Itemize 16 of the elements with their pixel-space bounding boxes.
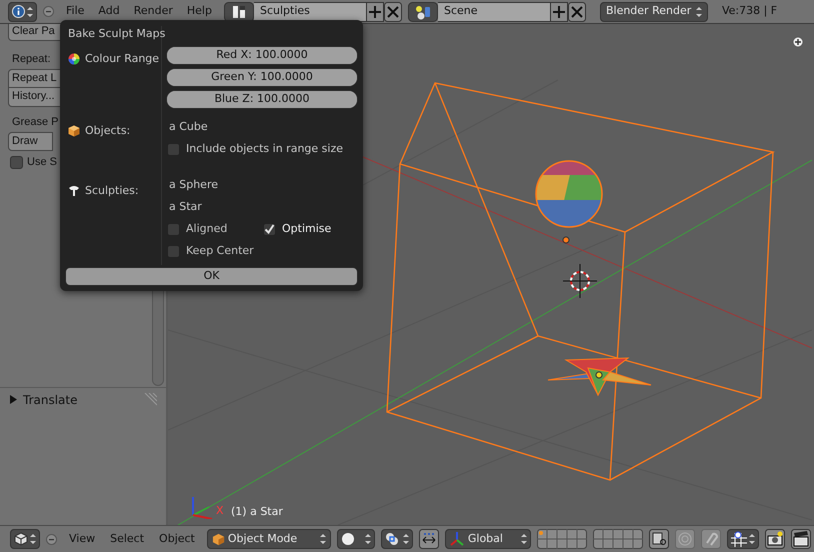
object-label: (1) a Star: [231, 504, 283, 520]
sculpty-name: a Star: [168, 199, 203, 215]
option-label: Use S: [27, 155, 57, 170]
field-label: Sculpties:: [85, 183, 139, 199]
sculpty-name: a Sphere: [168, 177, 219, 193]
object-name: a Cube: [168, 119, 209, 135]
option-label: Keep Center: [186, 242, 254, 259]
field-label: Objects:: [85, 122, 130, 138]
section-label: Grease P: [11, 115, 60, 130]
option-label: Include objects in range size: [186, 140, 343, 157]
field-label: Colour Range: [85, 51, 160, 67]
option-label: Optimise: [282, 220, 332, 237]
option-label: Aligned: [186, 220, 228, 237]
section-label: Repeat:: [11, 52, 52, 67]
scene-stats: Ve:738 | F: [722, 3, 778, 20]
axis-label: X: [216, 503, 224, 519]
